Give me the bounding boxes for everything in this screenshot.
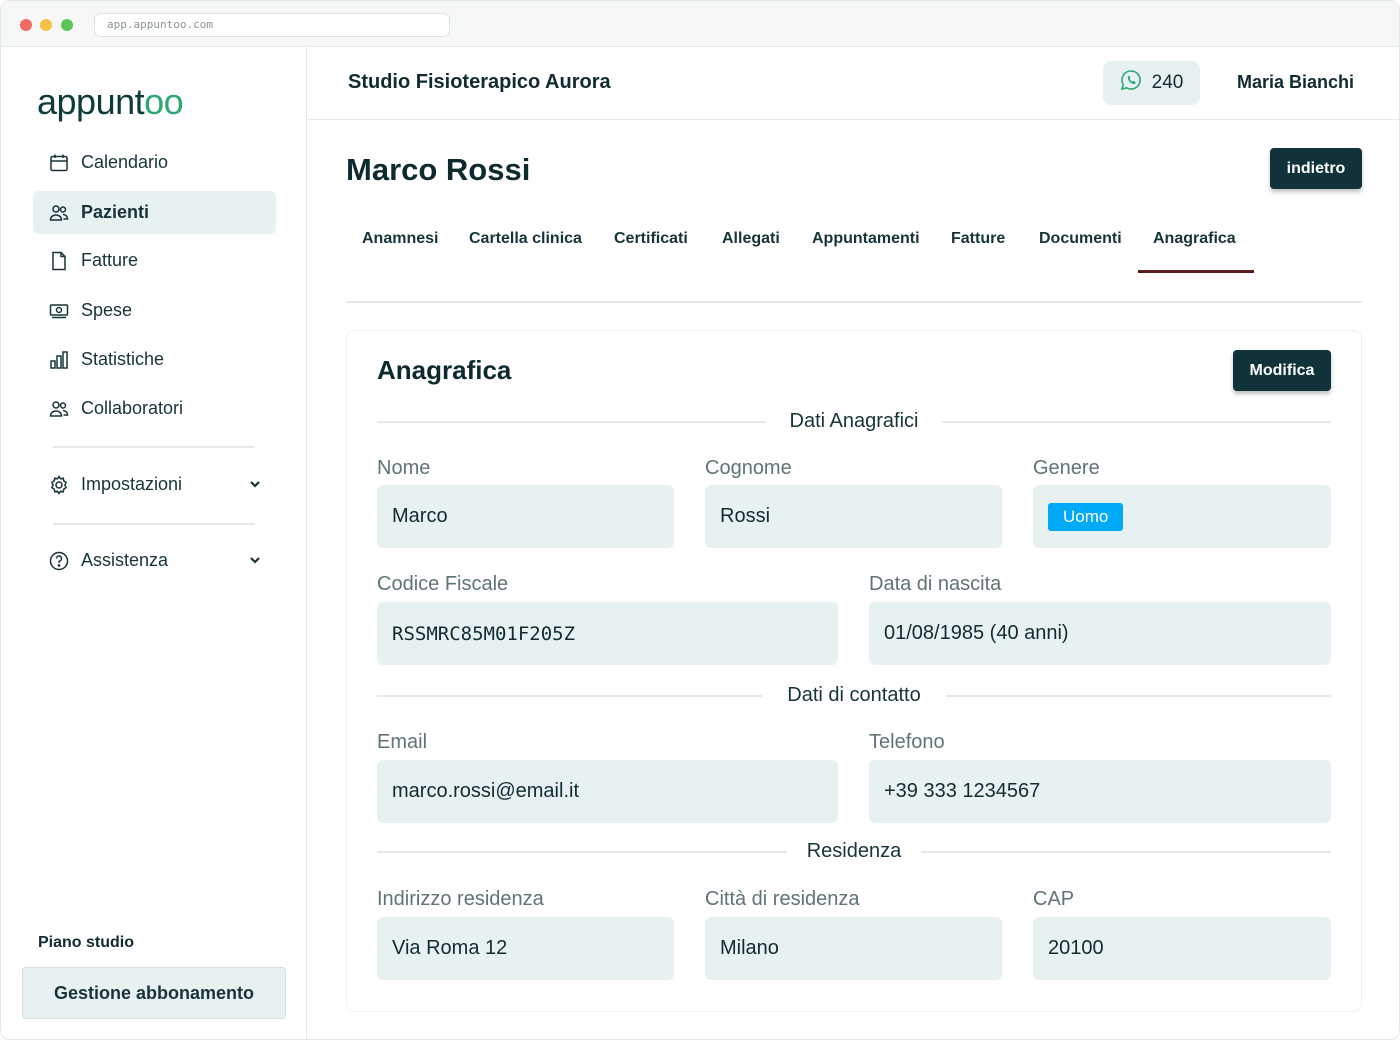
sidebar-item-label: Calendario (81, 152, 169, 172)
email-field[interactable]: marco.rossi@email.it (377, 760, 838, 823)
section-header-personal: Dati Anagrafici (377, 410, 1331, 434)
users-icon (49, 399, 69, 419)
sidebar-item-label: Spese (81, 300, 133, 320)
section-rule (946, 695, 1331, 697)
section-rule (921, 851, 1331, 853)
sidebar-item-statistiche[interactable]: Statistiche (33, 338, 276, 381)
user-menu[interactable]: Maria Bianchi (1237, 72, 1354, 93)
bar-chart-icon (49, 350, 69, 370)
studio-name: Studio Fisioterapico Aurora (348, 71, 611, 93)
anagrafica-card: Anagrafica Modifica Dati Anagrafici Nome… (346, 330, 1362, 1012)
codice-fiscale-field[interactable]: RSSMRC85M01F205Z (377, 602, 838, 665)
edit-button[interactable]: Modifica (1233, 350, 1331, 391)
address-bar[interactable]: app.appuntoo.com (94, 13, 450, 37)
genere-label: Genere (1033, 457, 1100, 479)
whatsapp-credits-button[interactable]: 240 (1103, 61, 1200, 105)
cognome-label: Cognome (705, 457, 792, 479)
sidebar-item-label: Collaboratori (81, 398, 184, 418)
browser-chrome: app.appuntoo.com (1, 1, 1399, 47)
maximize-window-button[interactable] (61, 19, 73, 31)
sidebar: appuntoo Calendario Pazienti Fatture Spe… (1, 47, 307, 1039)
section-header-contact: Dati di contatto (377, 684, 1331, 708)
tab-documenti[interactable]: Documenti (1039, 230, 1122, 248)
genere-field[interactable]: Uomo (1033, 485, 1331, 548)
back-button[interactable]: indietro (1270, 148, 1362, 189)
question-circle-icon (49, 551, 69, 571)
sidebar-item-pazienti[interactable]: Pazienti (33, 191, 276, 234)
sidebar-item-impostazioni[interactable]: Impostazioni (33, 463, 276, 506)
cash-icon (49, 301, 69, 321)
sidebar-item-label: Fatture (81, 250, 139, 270)
indirizzo-label: Indirizzo residenza (377, 888, 544, 910)
section-title: Anagrafica (377, 355, 512, 385)
calendar-icon (49, 153, 69, 173)
main-content: Marco Rossi indietro Anamnesi Cartella c… (308, 120, 1399, 1039)
cap-field[interactable]: 20100 (1033, 917, 1331, 980)
tab-cartella-clinica[interactable]: Cartella clinica (469, 230, 582, 248)
chevron-down-icon[interactable] (248, 475, 262, 489)
sidebar-item-spese[interactable]: Spese (33, 289, 276, 332)
tab-anamnesi[interactable]: Anamnesi (362, 230, 438, 248)
tab-anagrafica[interactable]: Anagrafica (1153, 230, 1236, 248)
app-logo[interactable]: appuntoo (37, 81, 184, 123)
sidebar-item-label: Pazienti (81, 202, 150, 222)
citta-field[interactable]: Milano (705, 917, 1002, 980)
app-window: app.appuntoo.com appuntoo Calendario Paz… (0, 0, 1400, 1040)
gear-icon (49, 474, 69, 495)
plan-label: Piano studio (38, 934, 134, 951)
sidebar-item-label: Assistenza (81, 550, 169, 570)
sidebar-item-label: Statistiche (81, 349, 165, 369)
email-label: Email (377, 731, 428, 753)
gender-badge: Uomo (1048, 502, 1124, 531)
close-window-button[interactable] (20, 19, 32, 31)
tab-fatture[interactable]: Fatture (951, 230, 1005, 248)
sidebar-item-calendario[interactable]: Calendario (33, 141, 276, 184)
top-bar: Studio Fisioterapico Aurora 240 Maria Bi… (308, 47, 1399, 120)
chevron-down-icon[interactable] (248, 551, 262, 565)
tab-appuntamenti[interactable]: Appuntamenti (812, 230, 920, 248)
codice-fiscale-label: Codice Fiscale (377, 573, 509, 595)
sidebar-item-fatture[interactable]: Fatture (33, 239, 276, 282)
citta-label: Città di residenza (705, 888, 860, 910)
data-nascita-label: Data di nascita (869, 573, 1002, 595)
sidebar-divider (53, 523, 255, 525)
sidebar-item-collaboratori[interactable]: Collaboratori (33, 387, 276, 430)
telefono-label: Telefono (869, 731, 945, 753)
sidebar-item-label: Impostazioni (81, 474, 183, 494)
sidebar-divider (53, 446, 255, 448)
tabs-divider (346, 301, 1362, 303)
section-header-residence: Residenza (377, 840, 1331, 864)
tab-allegati[interactable]: Allegati (722, 230, 780, 248)
manage-subscription-button[interactable]: Gestione abbonamento (22, 967, 286, 1019)
patient-tabs: Anamnesi Cartella clinica Certificati Al… (346, 208, 1362, 304)
page-title: Marco Rossi (346, 152, 531, 187)
tab-certificati[interactable]: Certificati (614, 230, 688, 248)
users-icon (49, 203, 69, 223)
credits-count: 240 (1151, 72, 1184, 93)
indirizzo-field[interactable]: Via Roma 12 (377, 917, 674, 980)
cap-label: CAP (1033, 888, 1075, 910)
logo-accent: oo (144, 81, 184, 122)
data-nascita-field[interactable]: 01/08/1985 (40 anni) (869, 602, 1331, 665)
nome-field[interactable]: Marco (377, 485, 674, 548)
sidebar-item-assistenza[interactable]: Assistenza (33, 539, 276, 582)
nome-label: Nome (377, 457, 431, 479)
whatsapp-icon (1120, 69, 1152, 97)
document-icon (49, 251, 69, 271)
minimize-window-button[interactable] (40, 19, 52, 31)
logo-text: appunt (37, 81, 145, 122)
cognome-field[interactable]: Rossi (705, 485, 1002, 548)
active-tab-indicator (1138, 270, 1254, 273)
telefono-field[interactable]: +39 333 1234567 (869, 760, 1331, 823)
section-rule (942, 421, 1331, 423)
